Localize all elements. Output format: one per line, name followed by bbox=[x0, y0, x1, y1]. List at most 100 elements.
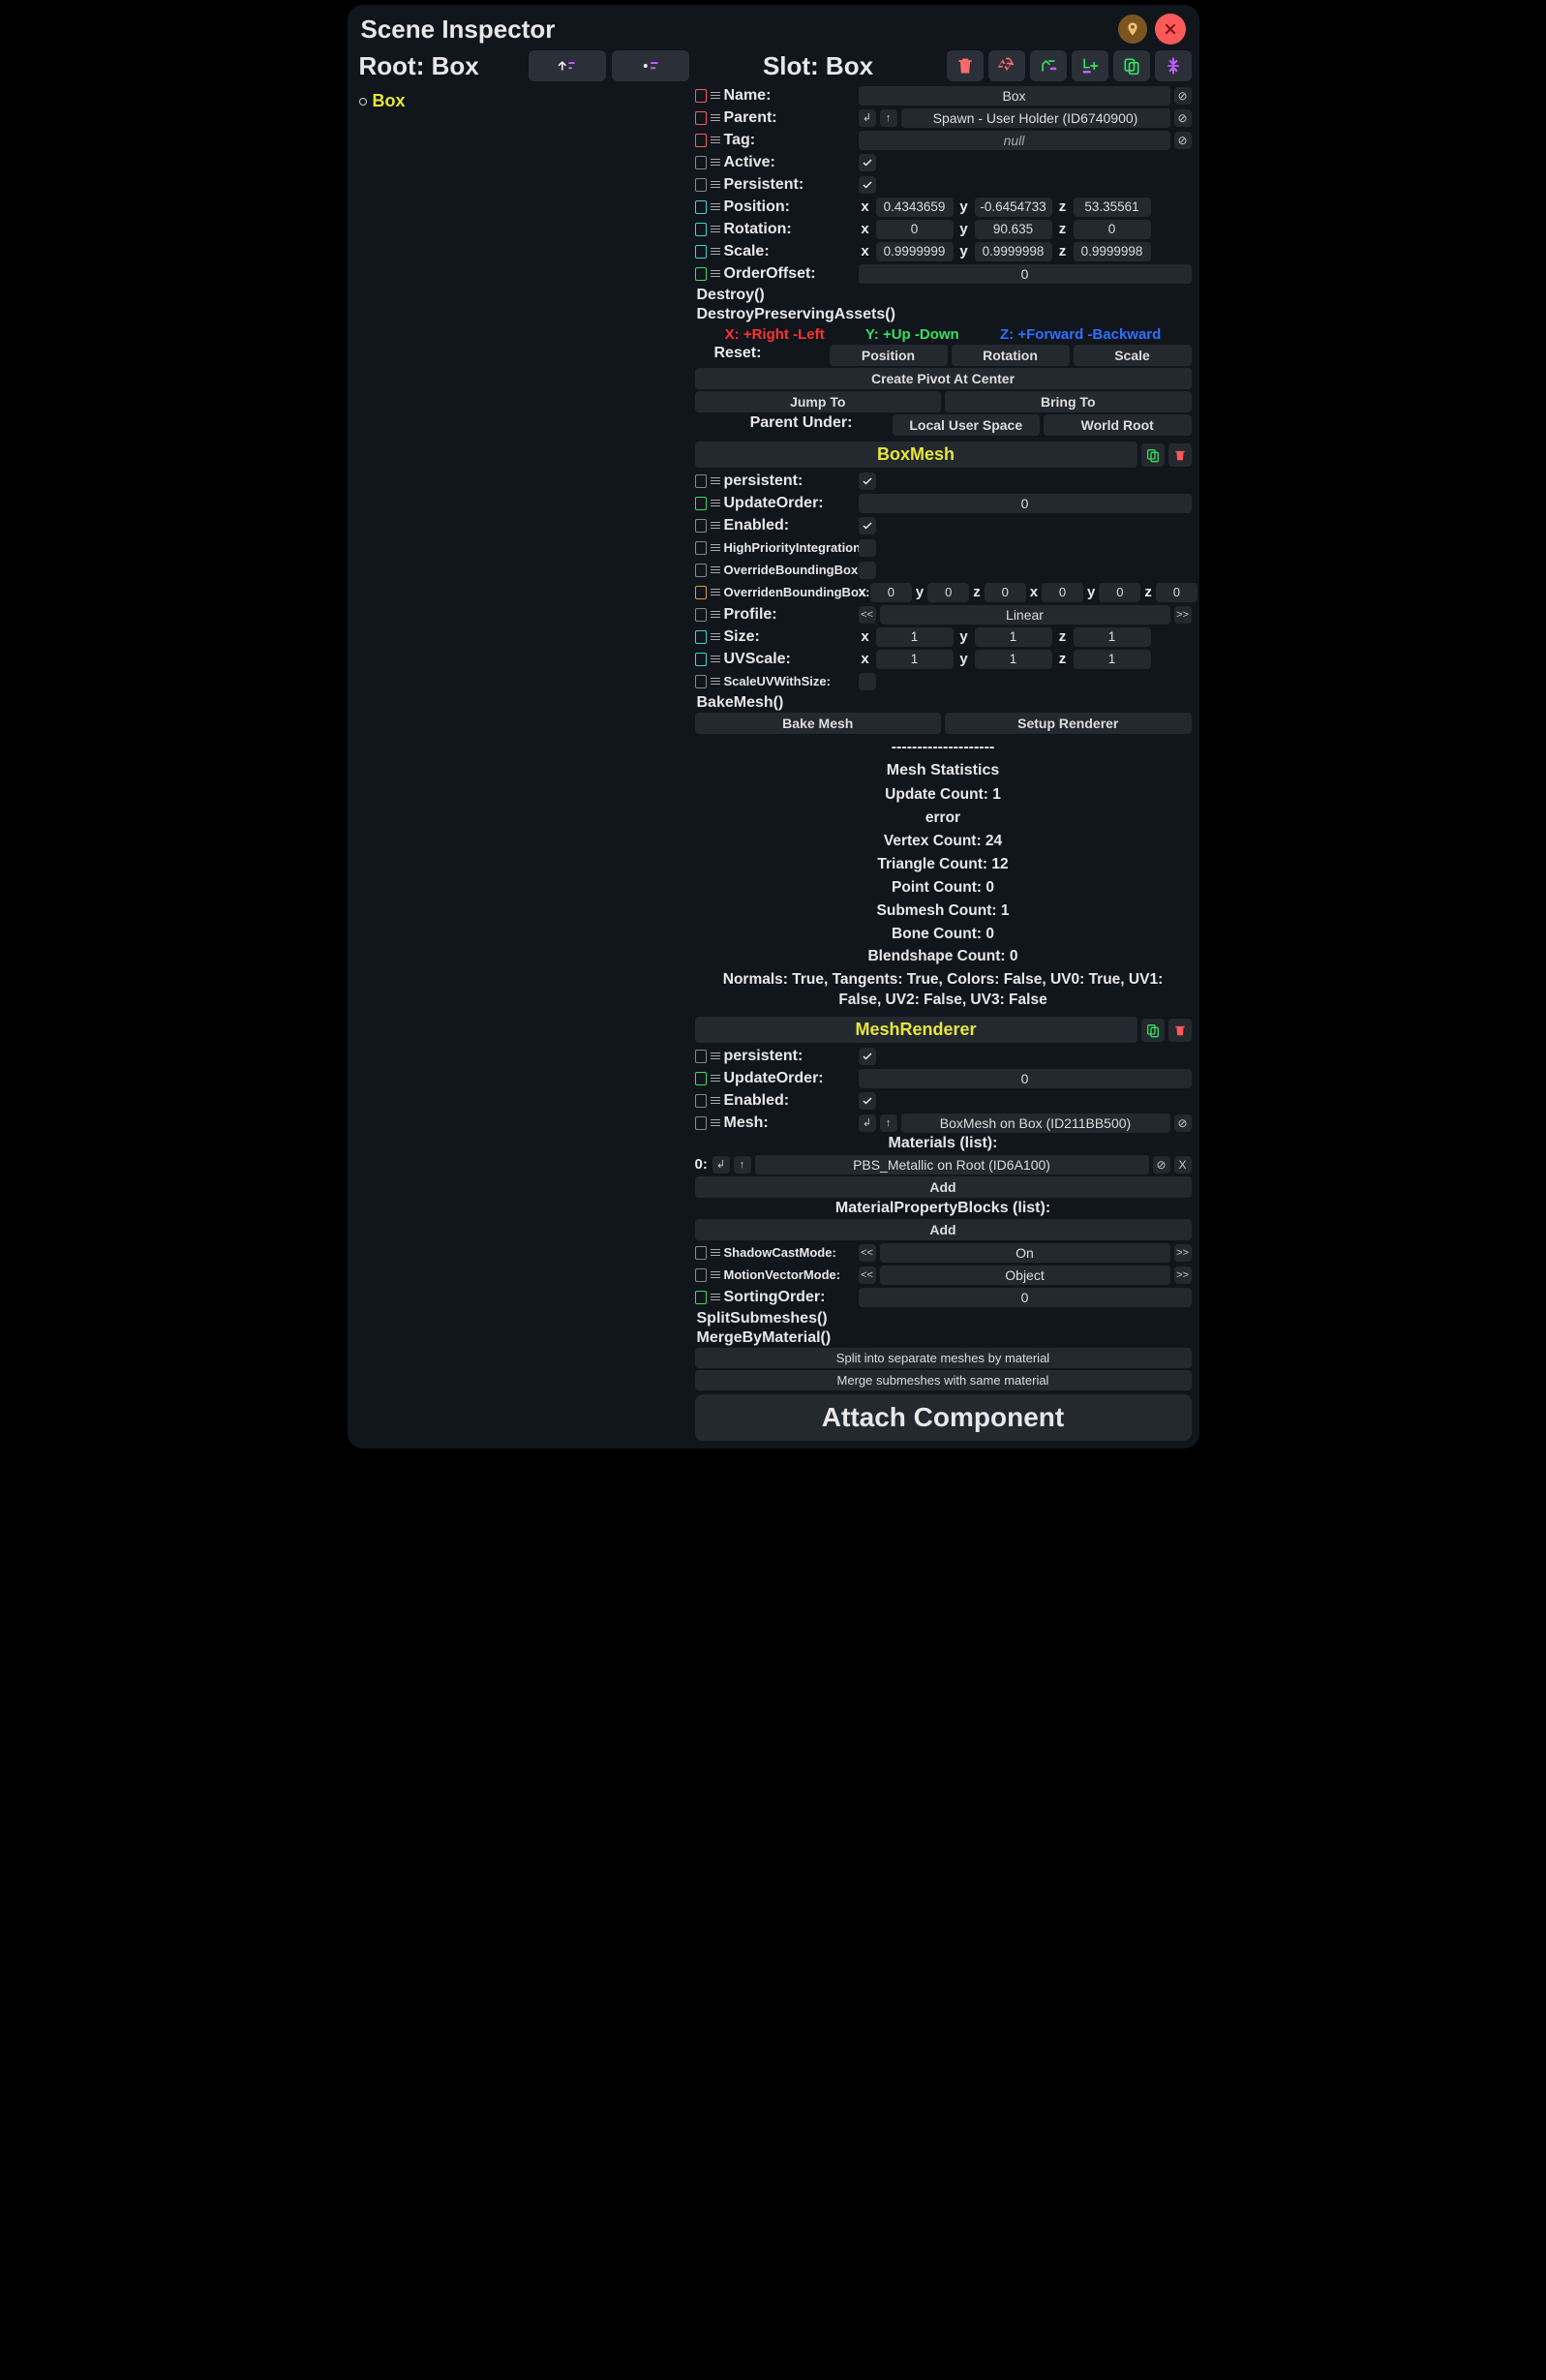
mr-persistent-checkbox[interactable] bbox=[859, 1048, 876, 1065]
mr-mat0-remove[interactable]: X bbox=[1174, 1156, 1192, 1174]
bm-obbb-x2[interactable] bbox=[1042, 583, 1083, 602]
rotation-z-input[interactable] bbox=[1074, 220, 1151, 239]
position-x-input[interactable] bbox=[876, 198, 954, 217]
recycle-button[interactable] bbox=[988, 50, 1025, 81]
bring-to-button[interactable]: Bring To bbox=[945, 391, 1192, 412]
tag-null-button[interactable]: ⊘ bbox=[1174, 132, 1192, 149]
bm-obb-checkbox[interactable] bbox=[859, 562, 876, 579]
scale-y-input[interactable] bbox=[975, 242, 1052, 261]
bm-updateorder-input[interactable] bbox=[859, 494, 1192, 513]
mr-shadowcast-prev[interactable]: << bbox=[859, 1244, 876, 1262]
pin-button[interactable] bbox=[1118, 15, 1147, 44]
bm-obbb-y1[interactable] bbox=[927, 583, 969, 602]
mr-merge-button[interactable]: Merge submeshes with same material bbox=[695, 1370, 1192, 1390]
reset-position-button[interactable]: Position bbox=[830, 345, 948, 366]
mr-split-button[interactable]: Split into separate meshes by material bbox=[695, 1348, 1192, 1368]
delete-button[interactable] bbox=[947, 50, 984, 81]
bm-size-x[interactable] bbox=[876, 627, 954, 647]
scale-z-input[interactable] bbox=[1074, 242, 1151, 261]
mr-shadowcast-input[interactable] bbox=[880, 1243, 1170, 1263]
jump-to-button[interactable]: Jump To bbox=[695, 391, 942, 412]
position-z-input[interactable] bbox=[1074, 198, 1151, 217]
mr-shadowcast-next[interactable]: >> bbox=[1174, 1244, 1192, 1262]
mr-split-func[interactable]: SplitSubmeshes() bbox=[695, 1309, 1192, 1328]
mr-mat0-input[interactable] bbox=[755, 1155, 1149, 1175]
bm-hpi-checkbox[interactable] bbox=[859, 539, 876, 557]
nav-focus-button[interactable] bbox=[612, 50, 689, 81]
parentunder-world-button[interactable]: World Root bbox=[1044, 414, 1192, 436]
bm-bakemesh-func[interactable]: BakeMesh() bbox=[695, 693, 1192, 713]
add-child-icon bbox=[1080, 56, 1100, 76]
meshrend-copy-button[interactable] bbox=[1141, 1019, 1165, 1042]
mr-mats-add-button[interactable]: Add bbox=[695, 1176, 1192, 1198]
parentunder-local-button[interactable]: Local User Space bbox=[893, 414, 1041, 436]
destroypa-func[interactable]: DestroyPreservingAssets() bbox=[695, 305, 1192, 324]
mr-mesh-input[interactable] bbox=[901, 1114, 1170, 1133]
persistent-checkbox[interactable] bbox=[859, 176, 876, 194]
mr-mat0-up[interactable]: ↑ bbox=[734, 1156, 751, 1174]
close-button[interactable] bbox=[1155, 14, 1186, 45]
parent-input[interactable] bbox=[901, 108, 1170, 128]
name-null-button[interactable]: ⊘ bbox=[1174, 87, 1192, 105]
mr-mvmode-prev[interactable]: << bbox=[859, 1266, 876, 1284]
scale-x-input[interactable] bbox=[876, 242, 954, 261]
rotation-y-input[interactable] bbox=[975, 220, 1052, 239]
bm-obbb-x1[interactable] bbox=[870, 583, 912, 602]
bm-size-y[interactable] bbox=[975, 627, 1052, 647]
mr-updateorder-input[interactable] bbox=[859, 1069, 1192, 1088]
bm-obbb-y2[interactable] bbox=[1099, 583, 1140, 602]
duplicate-button[interactable] bbox=[1113, 50, 1150, 81]
mr-mat0-null[interactable]: ⊘ bbox=[1153, 1156, 1170, 1174]
bm-profile-prev[interactable]: << bbox=[859, 606, 876, 624]
attach-component-button[interactable]: Attach Component bbox=[695, 1394, 1192, 1441]
mr-merge-func[interactable]: MergeByMaterial() bbox=[695, 1328, 1192, 1348]
bm-setup-button[interactable]: Setup Renderer bbox=[945, 713, 1192, 734]
bm-obbb-z2[interactable] bbox=[1156, 583, 1197, 602]
reset-scale-button[interactable]: Scale bbox=[1074, 345, 1192, 366]
bm-scaleuv-checkbox[interactable] bbox=[859, 673, 876, 690]
meshrend-delete-button[interactable] bbox=[1168, 1019, 1192, 1042]
tree-item-box[interactable]: Box bbox=[359, 91, 685, 111]
mr-mat0-back[interactable]: ↲ bbox=[712, 1156, 730, 1174]
parent-back-button[interactable]: ↲ bbox=[859, 109, 876, 127]
reset-rotation-button[interactable]: Rotation bbox=[952, 345, 1070, 366]
nav-up-button[interactable] bbox=[529, 50, 606, 81]
mr-mesh-null[interactable]: ⊘ bbox=[1174, 1114, 1192, 1132]
bm-bake-button[interactable]: Bake Mesh bbox=[695, 713, 942, 734]
mr-mesh-up[interactable]: ↑ bbox=[880, 1114, 897, 1132]
meshrend-header[interactable]: MeshRenderer bbox=[695, 1017, 1137, 1043]
parentunder-label: Parent Under: bbox=[695, 414, 889, 436]
mr-mesh-back[interactable]: ↲ bbox=[859, 1114, 876, 1132]
mr-mpb-add-button[interactable]: Add bbox=[695, 1219, 1192, 1240]
bm-profile-input[interactable] bbox=[880, 605, 1170, 625]
bm-enabled-checkbox[interactable] bbox=[859, 517, 876, 534]
mr-enabled-checkbox[interactable] bbox=[859, 1092, 876, 1110]
bm-obbb-z1[interactable] bbox=[985, 583, 1026, 602]
bm-uvscale-x[interactable] bbox=[876, 650, 954, 669]
bm-persistent-checkbox[interactable] bbox=[859, 473, 876, 490]
tag-input[interactable] bbox=[859, 131, 1170, 150]
rotation-x-input[interactable] bbox=[876, 220, 954, 239]
boxmesh-header[interactable]: BoxMesh bbox=[695, 442, 1137, 468]
boxmesh-copy-button[interactable] bbox=[1141, 443, 1165, 467]
compress-button[interactable] bbox=[1155, 50, 1192, 81]
bm-size-z[interactable] bbox=[1074, 627, 1151, 647]
parent-null-button[interactable]: ⊘ bbox=[1174, 109, 1192, 127]
mr-mvmode-input[interactable] bbox=[880, 1266, 1170, 1285]
parent-up-button[interactable]: ↑ bbox=[880, 109, 897, 127]
destroy-func[interactable]: Destroy() bbox=[695, 286, 1192, 305]
bm-profile-next[interactable]: >> bbox=[1174, 606, 1192, 624]
bm-uvscale-z[interactable] bbox=[1074, 650, 1151, 669]
mr-mvmode-next[interactable]: >> bbox=[1174, 1266, 1192, 1284]
add-child-button[interactable] bbox=[1072, 50, 1108, 81]
move-out-button[interactable] bbox=[1030, 50, 1067, 81]
boxmesh-delete-button[interactable] bbox=[1168, 443, 1192, 467]
name-input[interactable] bbox=[859, 86, 1170, 106]
active-checkbox[interactable] bbox=[859, 154, 876, 171]
orderoffset-input[interactable] bbox=[859, 264, 1192, 284]
field-label-persistent: Persistent: bbox=[724, 176, 855, 194]
bm-uvscale-y[interactable] bbox=[975, 650, 1052, 669]
position-y-input[interactable] bbox=[975, 198, 1052, 217]
create-pivot-button[interactable]: Create Pivot At Center bbox=[695, 368, 1192, 389]
mr-sortorder-input[interactable] bbox=[859, 1288, 1192, 1307]
